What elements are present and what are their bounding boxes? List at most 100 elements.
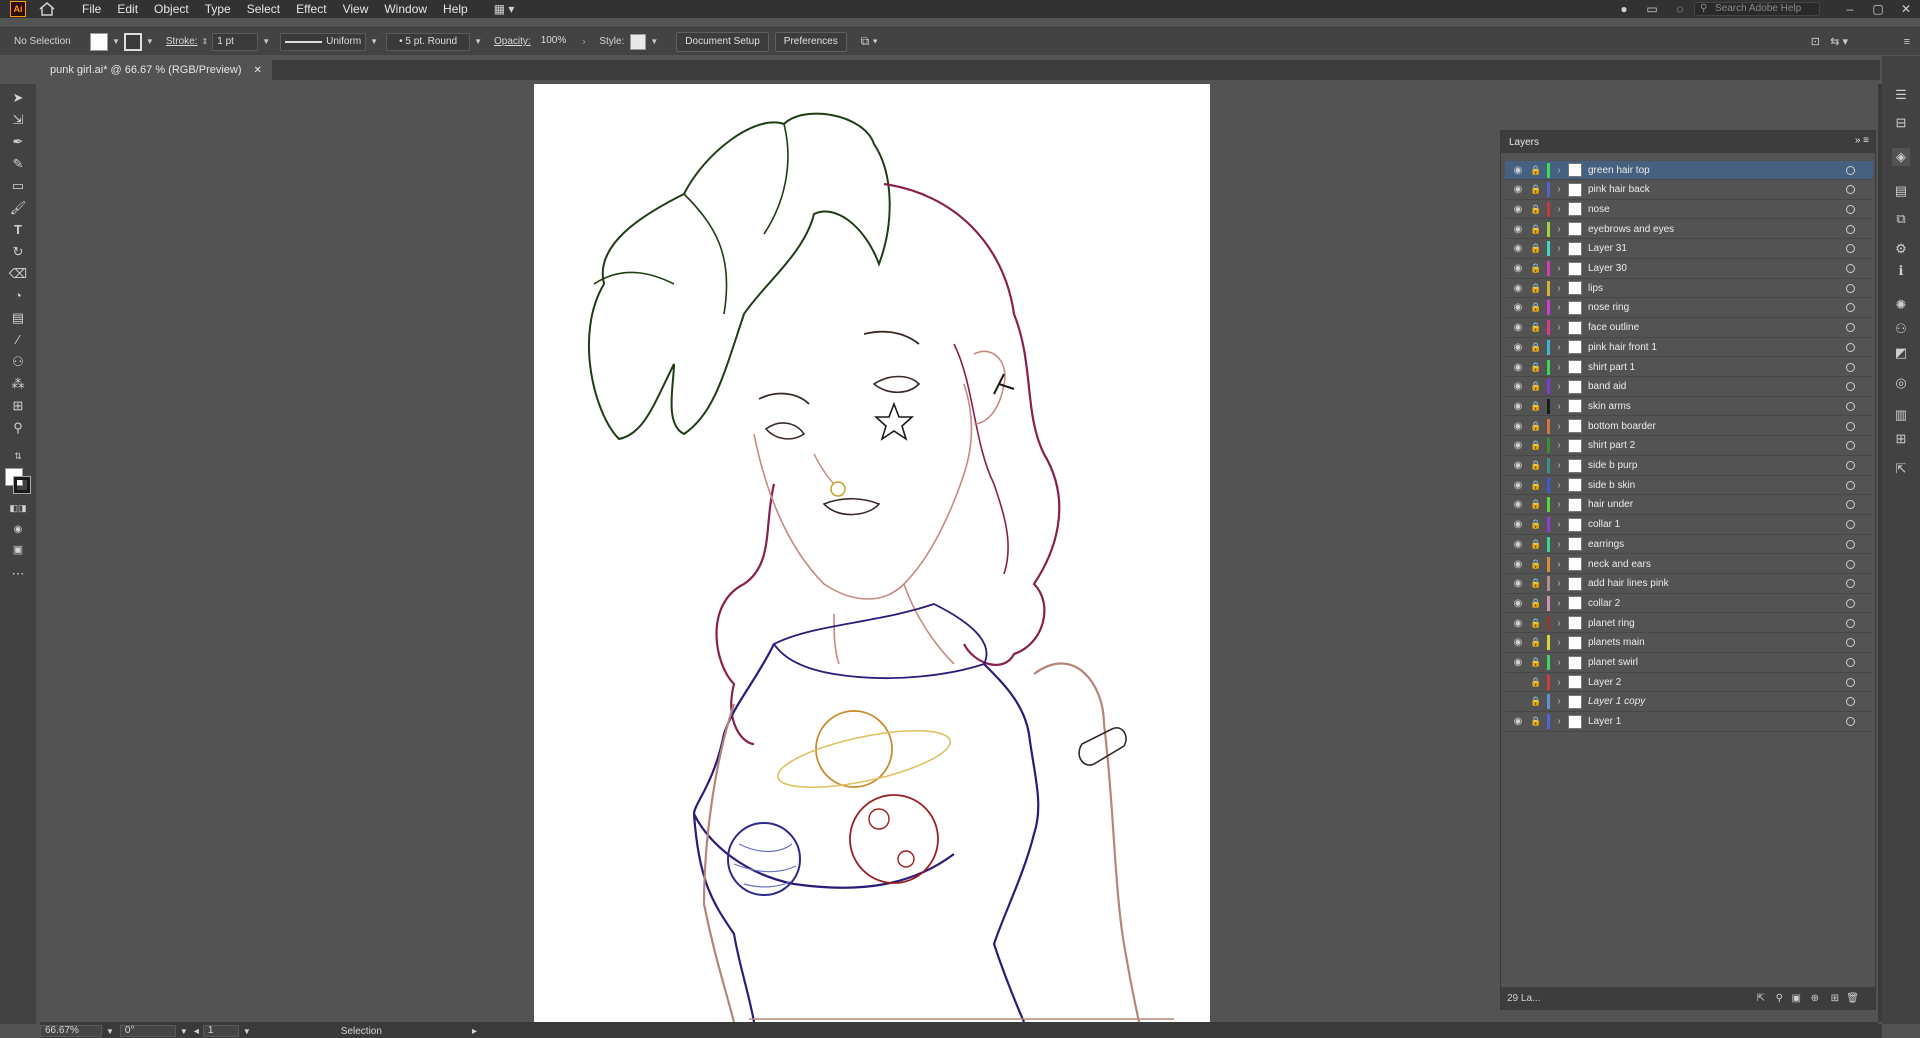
layer-row[interactable]: ◉ 🔒 › Layer 31 xyxy=(1505,240,1873,259)
menu-type[interactable]: Type xyxy=(197,2,239,16)
layer-target-icon[interactable] xyxy=(1846,441,1855,451)
layer-row[interactable]: ◉ 🔒 › face outline xyxy=(1505,319,1873,338)
align-icon[interactable]: ▥ xyxy=(1892,406,1910,424)
layer-name[interactable]: shirt part 1 xyxy=(1588,362,1635,373)
visibility-eye-icon[interactable]: ◉ xyxy=(1509,499,1527,510)
expand-chevron-icon[interactable]: › xyxy=(1552,559,1566,570)
visibility-eye-icon[interactable]: ◉ xyxy=(1509,460,1527,471)
layers-panel-title[interactable]: Layers xyxy=(1509,137,1539,148)
edit-toolbar-icon[interactable]: ⋯ xyxy=(8,564,28,584)
menu-view[interactable]: View xyxy=(335,2,377,16)
expand-chevron-icon[interactable]: › xyxy=(1552,322,1566,333)
layer-row[interactable]: 🔒 › Layer 1 copy xyxy=(1505,693,1873,712)
layer-row[interactable]: ◉ 🔒 › shirt part 2 xyxy=(1505,437,1873,456)
info-icon[interactable]: ℹ xyxy=(1892,262,1910,280)
preferences-button[interactable]: Preferences xyxy=(774,31,847,52)
panel-menu-icon[interactable]: » ≡ xyxy=(1855,135,1869,146)
lock-toggle-icon[interactable]: 🔒 xyxy=(1527,539,1545,550)
zoom-dropdown-icon[interactable]: ▼ xyxy=(106,1027,114,1036)
layer-row[interactable]: ◉ 🔒 › side b skin xyxy=(1505,476,1873,496)
layer-name[interactable]: Layer 2 xyxy=(1588,677,1621,688)
lock-toggle-icon[interactable]: 🔒 xyxy=(1527,381,1545,392)
layer-row[interactable]: ◉ 🔒 › skin arms xyxy=(1505,397,1873,417)
lock-toggle-icon[interactable]: 🔒 xyxy=(1527,696,1545,707)
stroke-weight-field[interactable]: 1 pt xyxy=(212,32,259,51)
layer-name[interactable]: collar 2 xyxy=(1588,598,1620,609)
fill-swatch[interactable] xyxy=(90,32,108,51)
clipping-mask-icon[interactable]: ▣ xyxy=(1792,993,1801,1004)
layer-row[interactable]: ◉ 🔒 › nose xyxy=(1505,200,1873,220)
properties-icon[interactable]: ☰ xyxy=(1892,86,1910,104)
lock-toggle-icon[interactable]: 🔒 xyxy=(1527,618,1545,629)
visibility-eye-icon[interactable]: ◉ xyxy=(1509,263,1527,274)
lock-toggle-icon[interactable]: 🔒 xyxy=(1527,519,1545,530)
more-options-icon[interactable]: ⇆ ▾ xyxy=(1830,35,1848,48)
lock-toggle-icon[interactable]: 🔒 xyxy=(1527,342,1545,353)
layer-row[interactable]: ◉ 🔒 › bottom boarder xyxy=(1505,417,1873,437)
selection-tool-icon[interactable]: ➤ xyxy=(8,88,28,108)
lock-toggle-icon[interactable]: 🔒 xyxy=(1527,302,1545,313)
layer-name[interactable]: neck and ears xyxy=(1588,559,1651,570)
layer-row[interactable]: ◉ 🔒 › lips xyxy=(1505,279,1873,299)
lock-toggle-icon[interactable]: 🔒 xyxy=(1527,224,1545,235)
menu-select[interactable]: Select xyxy=(239,2,288,16)
layer-row[interactable]: ◉ 🔒 › Layer 1 xyxy=(1505,713,1873,732)
delete-layer-icon[interactable]: 🗑 xyxy=(1846,993,1859,1004)
layer-name[interactable]: nose ring xyxy=(1588,302,1629,313)
gradient-panel-icon[interactable]: ▤ xyxy=(1892,182,1910,200)
layer-row[interactable]: ◉ 🔒 › pink hair front 1 xyxy=(1505,338,1873,358)
eraser-tool-icon[interactable]: ⌫ xyxy=(8,264,28,284)
layer-target-icon[interactable] xyxy=(1846,362,1855,372)
prev-artboard-icon[interactable]: ◂ xyxy=(194,1026,199,1037)
layer-target-icon[interactable] xyxy=(1846,244,1855,254)
expand-chevron-icon[interactable]: › xyxy=(1552,460,1566,471)
layer-target-icon[interactable] xyxy=(1846,520,1855,530)
opacity-label[interactable]: Opacity: xyxy=(494,36,531,47)
brushes-icon[interactable]: ✺ xyxy=(1892,296,1910,314)
layer-target-icon[interactable] xyxy=(1846,185,1855,195)
stroke-stepper-icon[interactable]: ⇕ xyxy=(202,37,209,46)
zoom-field[interactable]: 66.67% xyxy=(40,1025,102,1037)
layer-name[interactable]: planet ring xyxy=(1588,618,1635,629)
lock-toggle-icon[interactable]: 🔒 xyxy=(1527,322,1545,333)
pen-tool-icon[interactable]: ✒ xyxy=(8,132,28,152)
layer-target-icon[interactable] xyxy=(1846,717,1855,727)
paintbrush-tool-icon[interactable]: 🖌 xyxy=(8,198,28,218)
visibility-eye-icon[interactable]: ◉ xyxy=(1509,224,1527,235)
new-layer-icon[interactable]: ⊞ xyxy=(1831,993,1839,1004)
lock-toggle-icon[interactable]: 🔒 xyxy=(1527,204,1545,215)
style-dropdown-icon[interactable]: ▼ xyxy=(650,37,658,46)
locate-object-icon[interactable]: ⚲ xyxy=(1776,993,1783,1004)
expand-chevron-icon[interactable]: › xyxy=(1552,539,1566,550)
vertical-scrollbar[interactable] xyxy=(1878,84,1882,1022)
layer-row[interactable]: ◉ 🔒 › band aid xyxy=(1505,378,1873,397)
rotation-dropdown-icon[interactable]: ▼ xyxy=(180,1027,188,1036)
shape-builder-tool-icon[interactable]: ◔ xyxy=(8,286,28,306)
collapse-icon[interactable]: ≡ xyxy=(1904,36,1910,48)
layers-icon[interactable]: ◈ xyxy=(1892,148,1910,166)
layer-target-icon[interactable] xyxy=(1846,618,1855,628)
direct-selection-tool-icon[interactable]: ⇲ xyxy=(8,110,28,130)
artboard-tool-icon[interactable]: ⊞ xyxy=(8,396,28,416)
rectangle-tool-icon[interactable]: ▭ xyxy=(8,176,28,196)
document-tab[interactable]: punk girl.ai* @ 66.67 % (RGB/Preview) ✕ xyxy=(40,60,272,80)
layer-target-icon[interactable] xyxy=(1846,382,1855,392)
layer-row[interactable]: ◉ 🔒 › pink hair back xyxy=(1505,181,1873,200)
expand-chevron-icon[interactable]: › xyxy=(1552,519,1566,530)
expand-chevron-icon[interactable]: › xyxy=(1552,696,1566,707)
visibility-eye-icon[interactable]: ◉ xyxy=(1509,539,1527,550)
expand-chevron-icon[interactable]: › xyxy=(1552,421,1566,432)
layer-name[interactable]: Layer 1 xyxy=(1588,716,1621,727)
sublayer-icon[interactable]: ⊕ xyxy=(1811,993,1819,1004)
status-arrow-icon[interactable]: ▸ xyxy=(472,1026,477,1037)
layer-row[interactable]: ◉ 🔒 › green hair top xyxy=(1505,161,1873,180)
curvature-tool-icon[interactable]: ✎ xyxy=(8,154,28,174)
layer-name[interactable]: collar 1 xyxy=(1588,519,1620,530)
layer-name[interactable]: planet swirl xyxy=(1588,657,1638,668)
transform-icon[interactable]: ⊞ xyxy=(1892,430,1910,448)
visibility-eye-icon[interactable]: ◉ xyxy=(1509,716,1527,727)
screen-mode-icon[interactable]: ▣ xyxy=(8,540,28,560)
menu-effect[interactable]: Effect xyxy=(288,2,334,16)
graphic-styles-icon[interactable]: ◩ xyxy=(1892,344,1910,362)
layer-target-icon[interactable] xyxy=(1846,303,1855,313)
